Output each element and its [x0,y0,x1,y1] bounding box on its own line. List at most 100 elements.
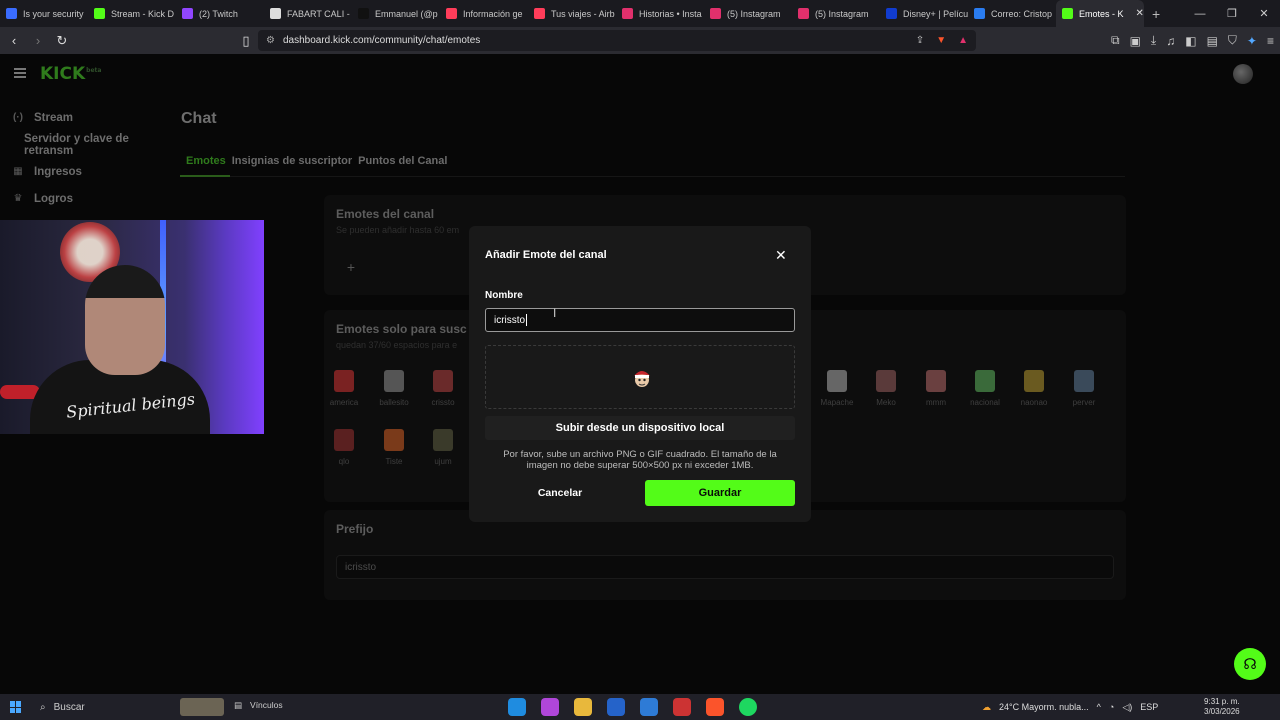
upload-dropzone[interactable] [485,345,795,409]
emote-name-input[interactable]: icrissto [485,308,795,332]
upload-from-device-button[interactable]: Subir desde un dispositivo local [485,416,795,440]
browser-tab[interactable]: (5) Instagram [704,0,792,27]
kick-logo[interactable]: KICKbeta [40,64,101,84]
emote-thumbnail [384,429,404,451]
menu-icon[interactable]: ≡ [1267,34,1274,48]
emote-item[interactable]: naonao [1010,370,1058,407]
site-info-icon[interactable]: ⚙ [266,35,275,46]
spotify-app-icon[interactable] [739,698,757,716]
browser-tab[interactable]: Historias • Insta [616,0,704,27]
add-emote-button[interactable]: + [336,252,366,282]
minimize-button[interactable]: — [1184,8,1216,20]
reload-icon[interactable]: ↻ [52,33,72,49]
tab-favicon-icon [358,8,369,19]
browser-tab[interactable]: Emmanuel (@p [352,0,440,27]
copilot-app-icon[interactable] [541,698,559,716]
extensions-icon[interactable]: ⧉ [1111,33,1120,48]
emote-item[interactable]: mmm [912,370,960,407]
sidebar-item-achievements[interactable]: ♛ Logros [0,185,180,212]
kick-extension-icon[interactable]: ✦ [1247,34,1257,48]
emote-item[interactable]: crissto [419,370,467,407]
emote-item[interactable]: ballesito [370,370,418,407]
emote-item[interactable]: Mapache [813,370,861,407]
browser-tab[interactable]: Emotes - K ✕ [1056,0,1144,27]
taskbar-search[interactable]: ⌕ Buscar [34,697,224,717]
emote-item[interactable]: qlo [320,429,368,466]
emote-label: Tiste [385,457,403,466]
emote-item[interactable]: Tiste [370,429,418,466]
url-text: dashboard.kick.com/community/chat/emotes [282,35,481,46]
brave-shield-icon[interactable]: ▼ [936,35,946,46]
tray-chevron-icon[interactable]: ^ [1097,702,1101,712]
browser-tab[interactable]: Stream - Kick D [88,0,176,27]
tab-title: Información ge [463,8,523,19]
emote-item[interactable]: america [320,370,368,407]
emote-item[interactable]: ujum [419,429,467,466]
browser-tab[interactable]: (2) Twitch [176,0,264,27]
emote-item[interactable]: nacional [961,370,1009,407]
clock[interactable]: 9:31 p. m. 3/03/2026 [1204,697,1240,717]
browser-tab[interactable]: Is your security [0,0,88,27]
forward-icon[interactable]: › [28,33,48,48]
volume-icon[interactable]: ◁) [1122,702,1132,713]
vpn-icon[interactable]: ⛉ [1228,33,1237,48]
rewards-icon[interactable]: ▲ [958,35,968,46]
file-explorer-app-icon[interactable] [574,698,592,716]
new-tab-button[interactable]: + [1152,6,1160,22]
save-button[interactable]: Guardar [645,480,795,506]
sidebar-item-revenue[interactable]: ▦ Ingresos [0,158,180,185]
tab-channel-points[interactable]: Puntos del Canal [358,155,447,167]
browser-tab[interactable]: Correo: Cristop [968,0,1056,27]
tab-favicon-icon [886,8,897,19]
prefix-input[interactable]: icrissto [336,555,1114,579]
clock-time: 9:31 p. m. [1204,697,1240,706]
emote-item[interactable]: perver [1060,370,1108,407]
wallet-icon[interactable]: ▤ [1207,34,1218,48]
modal-title: Añadir Emote del canal [485,249,607,261]
media-icon[interactable]: ♫ [1166,34,1175,48]
screenshot-icon[interactable]: ▣ [1130,34,1141,48]
sidebar-item-stream[interactable]: (·) Stream [0,104,180,131]
browser-tab[interactable]: Información ge [440,0,528,27]
network-icon[interactable]: ◔ [1109,702,1114,712]
browser-tab[interactable]: Tus viajes - Airb [528,0,616,27]
support-chat-button[interactable]: ☊ [1234,648,1266,680]
close-window-button[interactable]: ✕ [1248,7,1280,20]
close-icon[interactable]: ✕ [775,248,787,262]
browser-tab[interactable]: Disney+ | Pelícu [880,0,968,27]
hamburger-menu-icon[interactable] [14,68,26,80]
maximize-button[interactable]: ❐ [1216,7,1248,20]
download-icon[interactable]: ⤓ [1151,33,1156,48]
avatar[interactable] [1233,64,1253,84]
close-tab-icon[interactable]: ✕ [1136,8,1144,19]
task-view[interactable]: ▤ Vínculos [234,700,283,711]
bookmark-icon[interactable]: ▯ [236,33,256,49]
windows-start-icon[interactable] [10,701,22,713]
browser-tab[interactable]: (5) Instagram [792,0,880,27]
edge-app-icon[interactable] [508,698,526,716]
back-icon[interactable]: ‹ [4,33,24,48]
tab-favicon-icon [94,8,105,19]
upload-hint: Por favor, sube un archivo PNG o GIF cua… [503,449,777,471]
url-field[interactable]: ⚙ dashboard.kick.com/community/chat/emot… [258,30,976,51]
language-indicator[interactable]: ESP [1140,702,1158,712]
mail-app-icon[interactable] [640,698,658,716]
browser-tab[interactable]: FABART CALI - [264,0,352,27]
emote-label: nacional [970,398,1000,407]
sidebar-item-stream-key[interactable]: Servidor y clave de retransm [0,131,180,158]
store-app-icon[interactable] [607,698,625,716]
brave-app-icon[interactable] [706,698,724,716]
emote-item[interactable]: Meko [862,370,910,407]
cancel-button[interactable]: Cancelar [485,480,635,506]
tab-emotes[interactable]: Emotes [186,155,226,167]
tab-subscriber-badges[interactable]: Insignias de suscriptor [232,155,352,167]
obs-app-icon[interactable] [673,698,691,716]
emote-thumbnail [334,429,354,451]
chat-tabs: Emotes Insignias de suscriptor Puntos de… [186,155,447,167]
weather-icon: ☁ [982,701,991,712]
share-icon[interactable]: ⇪ [916,35,924,46]
tab-title: Is your security [23,8,84,19]
add-emote-modal: Añadir Emote del canal ✕ Nombre icrissto… [469,226,811,522]
weather-text[interactable]: 24°C Mayorm. nubla... [999,702,1089,712]
sidebar-toggle-icon[interactable]: ◧ [1185,34,1196,48]
